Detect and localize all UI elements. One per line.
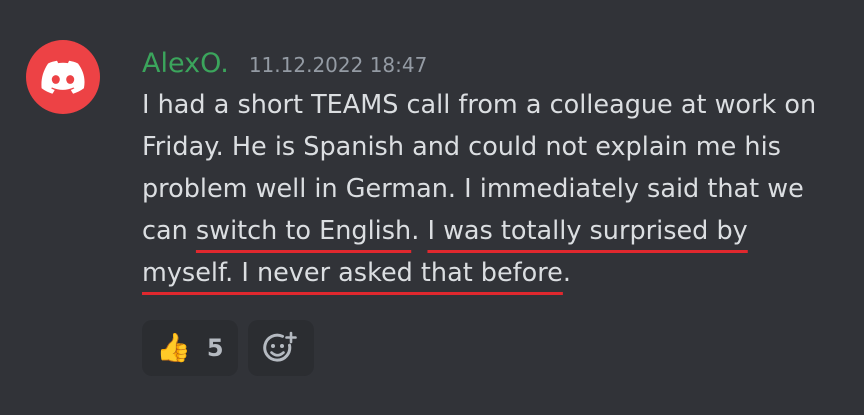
message-line: Friday. He is Spanish and could not expl… [142, 126, 842, 168]
reaction-thumbs-up[interactable]: 👍 5 [142, 320, 238, 376]
avatar[interactable] [26, 40, 100, 114]
underlined-text: myself. I never asked that before [142, 258, 563, 288]
message-content: I had a short TEAMS call from a colleagu… [142, 84, 842, 294]
text-segment: . [562, 258, 571, 288]
username[interactable]: AlexO. [142, 48, 229, 79]
reactions-bar: 👍 5 [142, 320, 314, 376]
message-header: AlexO. 11.12.2022 18:47 [142, 48, 427, 79]
chat-message: AlexO. 11.12.2022 18:47 I had a short TE… [0, 0, 864, 415]
text-segment: Friday. He is Spanish and could not expl… [142, 132, 781, 162]
text-segment: I had a short TEAMS call from a colleagu… [142, 90, 817, 120]
underlined-text: switch to English [195, 216, 412, 246]
timestamp[interactable]: 11.12.2022 18:47 [249, 53, 428, 77]
message-line: can switch to English. I was totally sur… [142, 210, 842, 252]
underlined-text: I was totally surprised by [427, 216, 748, 246]
add-reaction-button[interactable] [248, 320, 314, 376]
message-line: myself. I never asked that before. [142, 252, 842, 294]
add-reaction-icon [263, 331, 297, 362]
text-segment: problem well in German. I immediately sa… [142, 174, 804, 204]
discord-logo-icon [41, 60, 85, 94]
thumbs-up-icon: 👍 [156, 331, 191, 364]
text-segment: . [411, 216, 428, 246]
text-segment: can [142, 216, 196, 246]
reaction-count: 5 [206, 334, 224, 362]
message-line: problem well in German. I immediately sa… [142, 168, 842, 210]
message-line: I had a short TEAMS call from a colleagu… [142, 84, 842, 126]
